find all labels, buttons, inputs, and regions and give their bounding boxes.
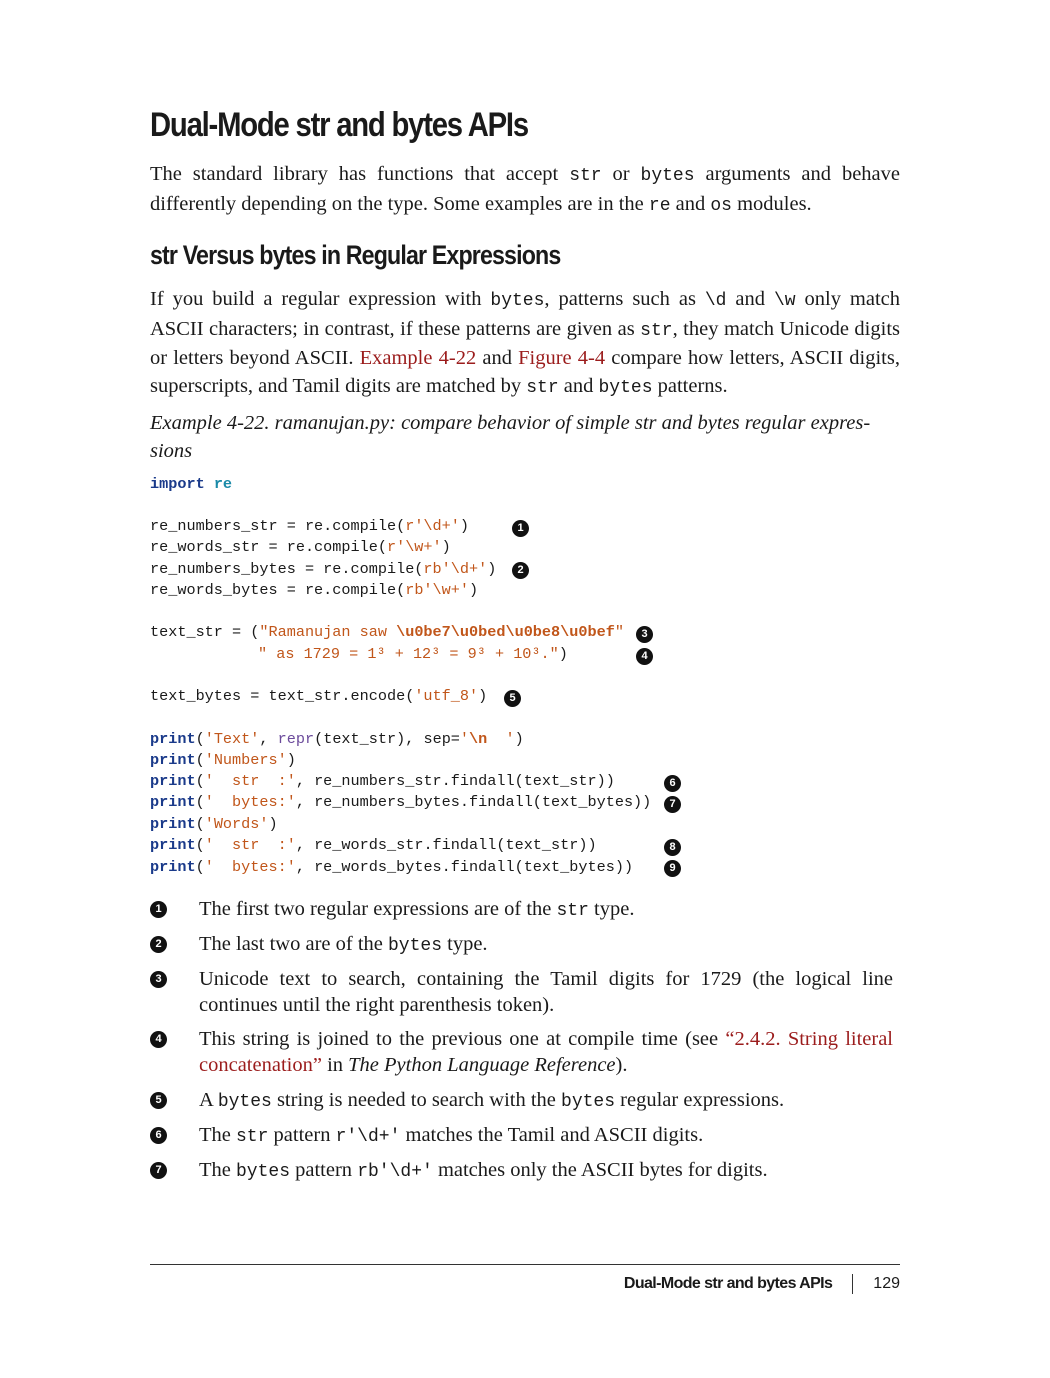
code-line: print(' bytes:', re_numbers_bytes.findal…	[150, 793, 652, 811]
book-page: Dual-Mode str and bytes APIs The standar…	[150, 0, 900, 1378]
inline-code: bytes	[236, 1162, 291, 1182]
inline-code: rb'\d+'	[357, 1162, 433, 1182]
code-line: re_numbers_str = re.compile(r'\d+')	[150, 517, 470, 535]
code-line: print(' bytes:', re_words_bytes.findall(…	[150, 858, 634, 876]
callout-icon: 2	[150, 936, 167, 953]
intro-paragraph: The standard library has functions that …	[150, 163, 901, 216]
code-line: print('Text', repr(text_str), sep='\n ')	[150, 730, 524, 748]
callout-icon: 3	[636, 626, 653, 643]
code-line: print(' str :', re_words_str.findall(tex…	[150, 836, 597, 854]
code-line: import re	[150, 475, 233, 493]
inline-code: bytes	[640, 166, 695, 186]
inline-code: str	[526, 377, 559, 398]
callout-icon: 7	[664, 796, 681, 813]
inline-code: \d	[704, 291, 727, 311]
inline-code: bytes	[490, 291, 545, 311]
code-line: re_words_str = re.compile(r'\w+')	[150, 538, 451, 556]
callout-icon: 4	[150, 1031, 167, 1048]
callout-icon: 6	[150, 1127, 167, 1144]
page-footer: Dual-Mode str and bytes APIs 129	[624, 1272, 900, 1296]
inline-code: \w	[773, 291, 796, 311]
inline-code: str	[556, 901, 589, 921]
callout-icon: 6	[664, 775, 681, 792]
code-line: text_bytes = text_str.encode('utf_8')	[150, 687, 488, 705]
inline-code: str	[236, 1127, 269, 1147]
callout-icon: 1	[512, 520, 529, 537]
footer-separator	[852, 1274, 854, 1294]
example-caption: Example 4-22. ramanujan.py: compare beha…	[150, 412, 871, 462]
body-paragraph: If you build a regular expression with b…	[150, 288, 900, 398]
callout-icon: 7	[150, 1162, 167, 1179]
inline-code: bytes	[387, 936, 442, 956]
inline-code: bytes	[217, 1092, 272, 1112]
code-line: print('Words')	[150, 815, 278, 833]
callout-icon: 4	[636, 648, 653, 665]
code-line: " as 1729 = 1³ + 12³ = 9³ + 10³.")	[258, 645, 568, 663]
callout-icon: 9	[664, 860, 681, 877]
footer-divider	[150, 1264, 900, 1265]
code-line: re_numbers_bytes = re.compile(rb'\d+')	[150, 560, 497, 578]
inline-code: str	[640, 320, 673, 341]
inline-code: str	[569, 166, 602, 186]
page-number: 129	[873, 1275, 900, 1292]
inline-code: bytes	[561, 1092, 616, 1112]
callout-icon: 2	[512, 562, 529, 579]
inline-code: re	[648, 195, 671, 216]
code-line: text_str = ("Ramanujan saw \u0be7\u0bed\…	[150, 623, 624, 641]
running-title: Dual-Mode str and bytes APIs	[623, 1275, 833, 1292]
callout-icon: 3	[150, 971, 167, 988]
callout-icon: 1	[150, 901, 167, 918]
inline-code: bytes	[598, 377, 653, 398]
callout-icon: 5	[150, 1092, 167, 1109]
code-line: print('Numbers')	[150, 751, 296, 769]
example-link[interactable]: Example 4-22	[360, 347, 477, 369]
code-line: print(' str :', re_numbers_str.findall(t…	[150, 772, 615, 790]
subsection-title: str Versus bytes in Regular Expressions	[150, 240, 561, 270]
inline-code: os	[710, 195, 732, 216]
inline-code: r'\d+'	[335, 1127, 401, 1147]
callout-icon: 8	[664, 839, 681, 856]
callout-icon: 5	[504, 690, 521, 707]
figure-link[interactable]: Figure 4-4	[518, 347, 605, 369]
section-title: Dual-Mode str and bytes APIs	[150, 106, 529, 144]
code-line: re_words_bytes = re.compile(rb'\w+')	[150, 581, 479, 599]
